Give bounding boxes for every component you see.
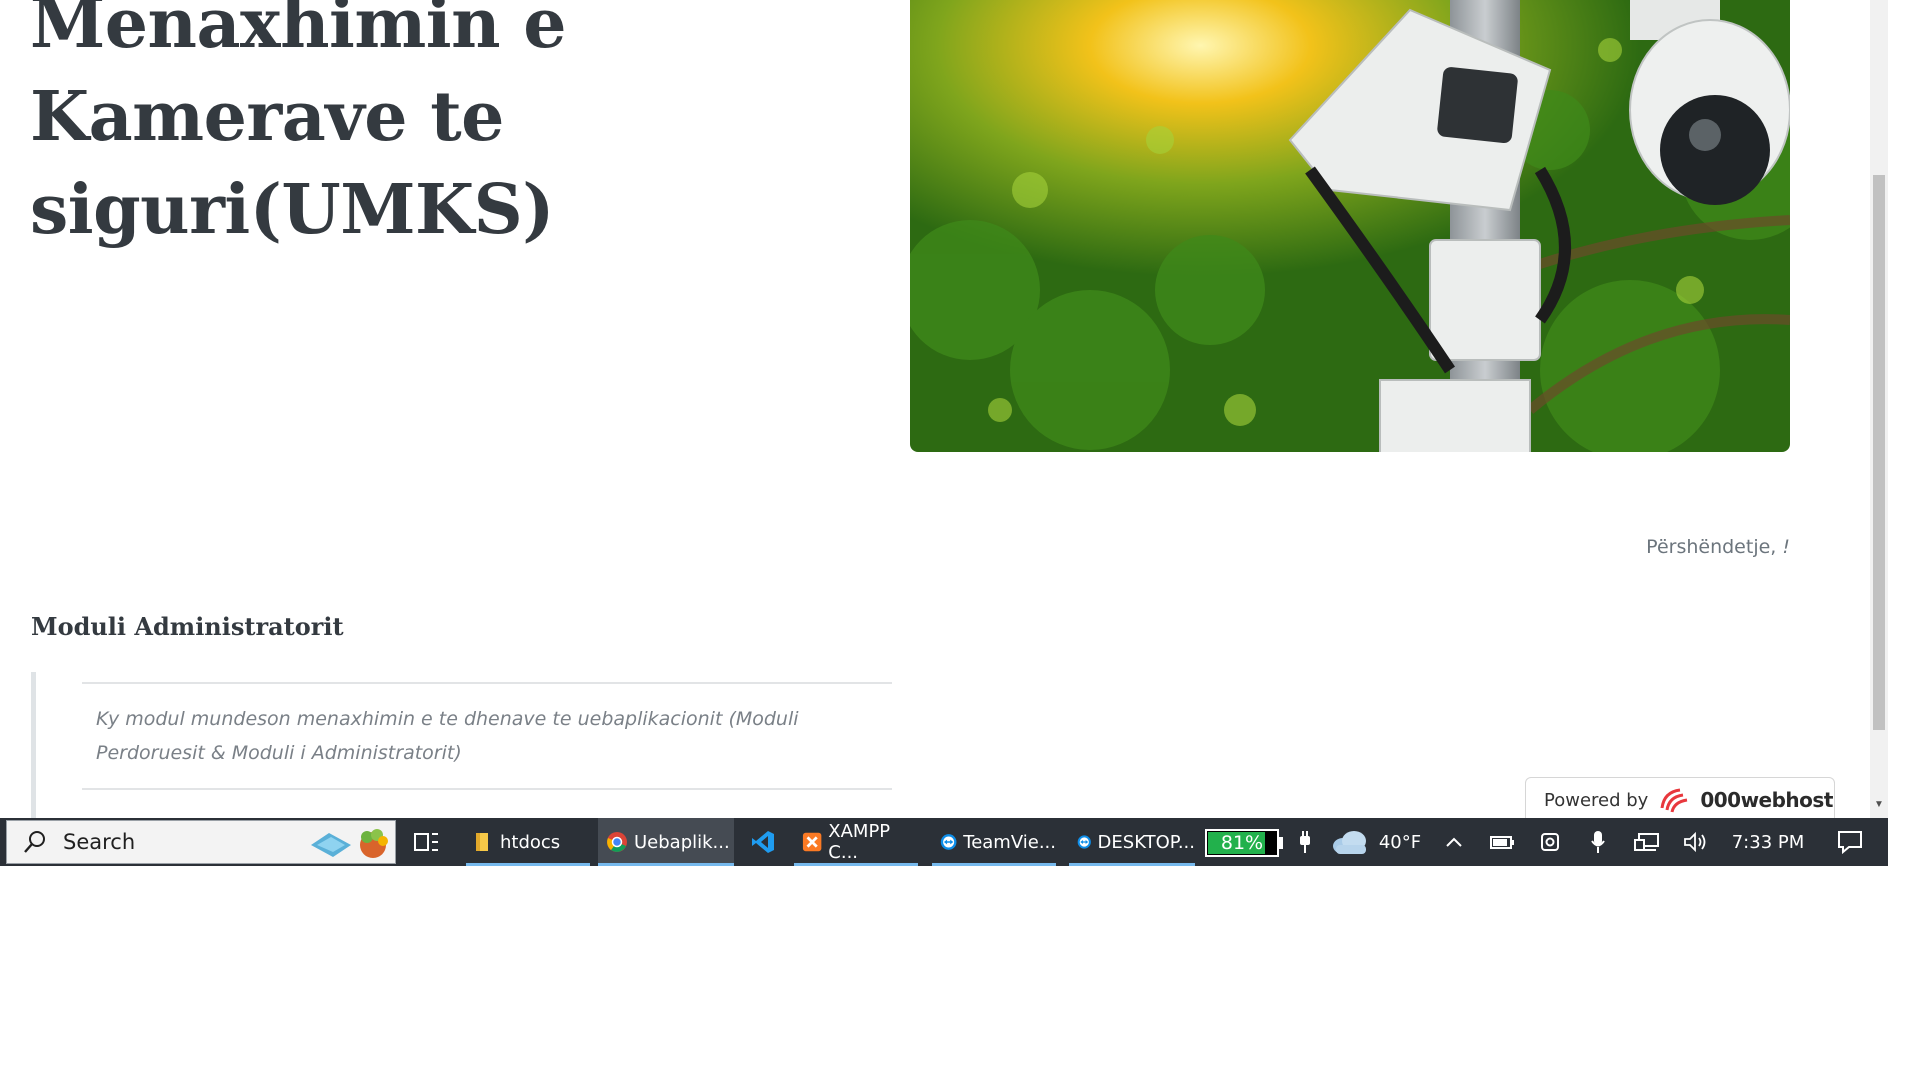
camera-glyph-icon	[1541, 833, 1559, 851]
vscode-icon	[752, 831, 774, 853]
running-indicator	[794, 863, 918, 866]
weather-temperature[interactable]: 40°F	[1374, 818, 1426, 866]
task-view-glyph-icon	[414, 833, 438, 851]
taskbar-app-vscode[interactable]	[742, 818, 782, 866]
weather-cloud-icon[interactable]	[1328, 818, 1372, 866]
taskbar-app-desktop-teamviewer[interactable]: DESKTOP...	[1069, 818, 1195, 866]
powered-by-badge[interactable]: Powered by 000webhost	[1525, 777, 1835, 818]
greeting-text: Përshëndetje, !	[1646, 536, 1790, 558]
battery-tray-icon[interactable]	[1486, 818, 1518, 866]
greeting-label: Përshëndetje,	[1646, 536, 1783, 558]
taskbar-app-chrome[interactable]: Uebaplik...	[598, 818, 734, 866]
teamviewer-icon	[1077, 835, 1091, 849]
running-indicator	[1069, 863, 1195, 866]
taskbar-app-label: XAMPP C...	[828, 821, 891, 863]
search-label: Search	[63, 830, 136, 854]
show-hidden-icons-chevron-icon[interactable]	[1438, 818, 1470, 866]
task-view-icon[interactable]	[406, 818, 446, 866]
page-title: Menaxhimin e Kamerave te siguri(UMKS)	[30, 0, 567, 250]
battery-glyph-icon	[1490, 836, 1514, 849]
taskbar-app-label: TeamVie...	[963, 831, 1056, 853]
microphone-icon[interactable]	[1582, 818, 1614, 866]
windows-taskbar: Search htdocs Uebaplik... XAMPP C... Tea…	[0, 818, 1888, 866]
module-description: Ky modul mundeson menaxhimin e te dhenav…	[82, 682, 892, 790]
microphone-glyph-icon	[1591, 831, 1605, 853]
camera-tray-icon[interactable]	[1534, 818, 1566, 866]
search-highlight-icon	[311, 829, 388, 858]
folder-icon	[476, 833, 488, 851]
teamviewer-icon	[940, 834, 957, 850]
running-indicator	[598, 863, 734, 866]
taskbar-app-teamviewer[interactable]: TeamVie...	[932, 818, 1056, 866]
cloud-glyph-icon	[1333, 831, 1366, 854]
taskbar-clock[interactable]: 7:33 PM	[1722, 818, 1814, 866]
taskbar-search-box[interactable]: Search	[6, 820, 396, 864]
speaker-glyph-icon	[1684, 831, 1706, 853]
search-icon	[24, 831, 45, 853]
charging-plug-icon	[1290, 818, 1320, 866]
vertical-scrollbar[interactable]: ▼	[1870, 0, 1888, 818]
module-description-block: Ky modul mundeson menaxhimin e te dhenav…	[31, 672, 901, 818]
scroll-down-arrow-icon[interactable]: ▼	[1873, 798, 1885, 812]
plug-glyph-icon	[1300, 831, 1310, 853]
running-indicator	[466, 863, 590, 866]
scrollbar-thumb[interactable]	[1873, 175, 1885, 730]
greeting-username: !	[1782, 536, 1790, 558]
speech-bubble-icon	[1838, 831, 1862, 854]
battery-meter[interactable]: 81%	[1205, 829, 1279, 857]
webhost-logo-icon	[1660, 788, 1688, 813]
chevron-up-icon	[1446, 837, 1462, 847]
module-heading: Moduli Administratorit	[31, 612, 344, 641]
taskbar-app-xampp[interactable]: XAMPP C...	[794, 818, 918, 866]
volume-icon[interactable]	[1678, 818, 1712, 866]
taskbar-app-htdocs[interactable]: htdocs	[466, 818, 590, 866]
network-icon[interactable]	[1630, 818, 1664, 866]
powered-by-brand: 000webhost	[1700, 788, 1833, 812]
network-glyph-icon	[1634, 833, 1659, 851]
security-cameras-image	[910, 0, 1790, 452]
running-indicator	[932, 863, 1056, 866]
taskbar-app-label: htdocs	[500, 831, 561, 853]
browser-viewport: Menaxhimin e Kamerave te siguri(UMKS) Pë…	[0, 0, 1888, 818]
powered-by-label: Powered by	[1544, 789, 1649, 811]
notification-center-icon[interactable]	[1830, 818, 1870, 866]
security-cameras-illustration	[910, 0, 1790, 452]
battery-terminal	[1279, 837, 1283, 849]
taskbar-app-label: Uebaplik...	[634, 831, 730, 853]
chrome-icon	[607, 832, 627, 852]
xampp-icon	[802, 832, 822, 852]
taskbar-app-label: DESKTOP...	[1097, 831, 1195, 853]
battery-percent: 81%	[1220, 832, 1264, 854]
